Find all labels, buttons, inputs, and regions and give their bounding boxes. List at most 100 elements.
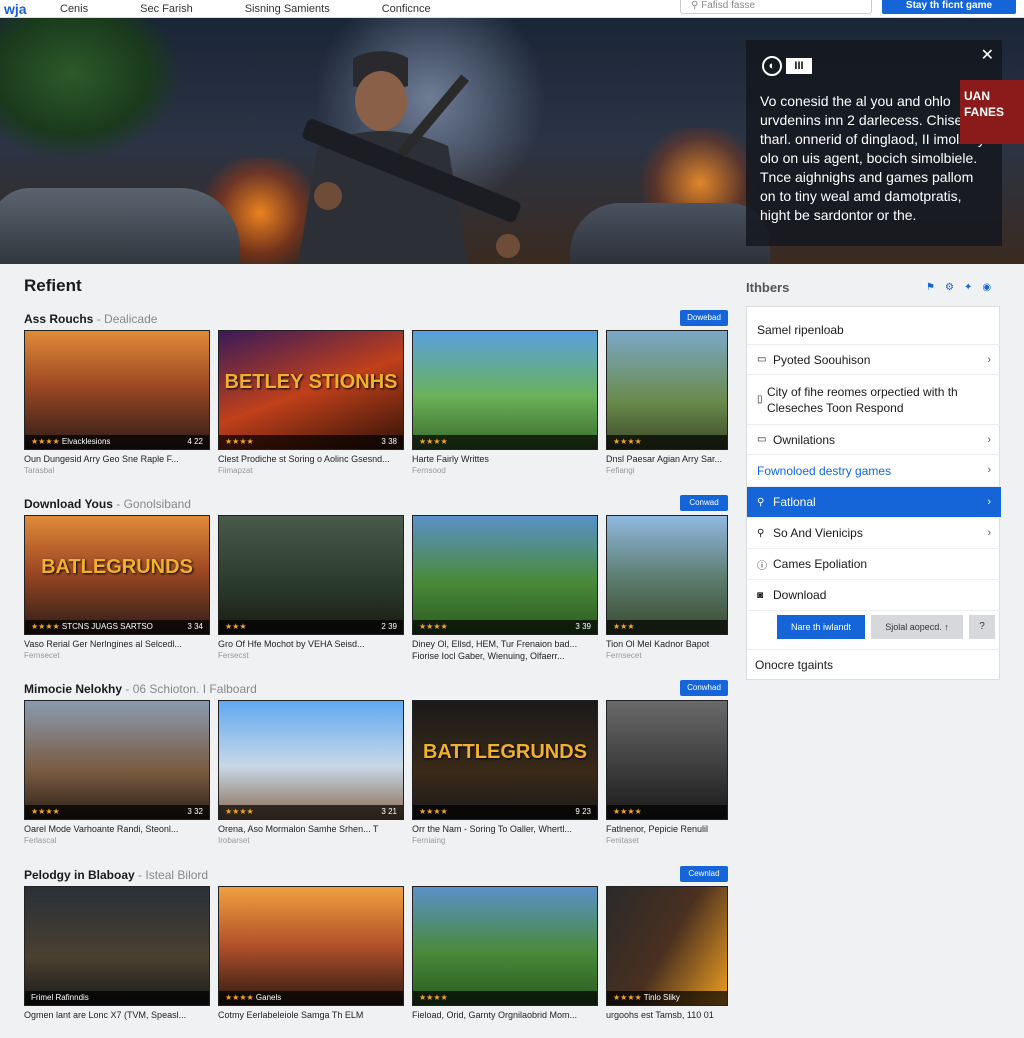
game-card-caption[interactable]: Oun Dungesid Arry Geo Sne Raple F...	[24, 454, 210, 465]
sidebar-item[interactable]: ⚲ So And Vienicips ›	[747, 518, 1001, 549]
game-card-thumbnail[interactable]: ★★★★	[606, 330, 728, 450]
card-score: 3 39	[575, 622, 591, 631]
popup-badge: ◐ III	[762, 56, 812, 76]
game-card-thumbnail[interactable]: ★★★	[606, 515, 728, 635]
help-button[interactable]: ?	[969, 615, 995, 639]
game-card-caption[interactable]: Dnsl Paesar Agian Arry Sar...	[606, 454, 728, 465]
hero-car-right	[570, 203, 770, 264]
sidebar-item[interactable]: ⚲ Fatlonal ›	[747, 487, 1001, 518]
game-card-thumbnail[interactable]: ★★★ 2 39	[218, 515, 404, 635]
card-rating-bar: ★★★★ 9 23	[413, 805, 597, 819]
rating-stars: ★★★★	[419, 993, 448, 1002]
sidebar-item[interactable]: ⓘ Cames Epoliation	[747, 549, 1001, 580]
game-card-meta: Tarasbal	[24, 466, 55, 475]
sidebar-item[interactable]: ▭ Ownilations ›	[747, 425, 1001, 455]
card-rating-bar: ★★★★ Elvacklesions 4 22	[25, 435, 209, 449]
game-card-caption[interactable]: Oarel Mode Varhoante Randi, Steonl...	[24, 824, 210, 835]
site-logo[interactable]: wja	[4, 1, 52, 17]
card-score: 2 39	[381, 622, 397, 631]
sidebar-item-icon: ⓘ	[757, 560, 767, 572]
globe-icon[interactable]: ◉	[982, 282, 991, 293]
game-row: Download Yous - Gonolsiband Conwad BATLEGR…	[24, 495, 730, 667]
nav-link-4[interactable]: Conficnce	[382, 3, 431, 15]
game-card-caption[interactable]: Gro Of Hfe Mochot by VEHA Seisd...	[218, 639, 404, 650]
secondary-action-button[interactable]: Sjolal aopecd. ↑	[871, 615, 963, 639]
game-card-thumbnail[interactable]: ★★★★	[412, 886, 598, 1006]
card-rating-bar: ★★★★ 3 39	[413, 620, 597, 634]
card-title-art: BETLEY STIONHS	[224, 371, 398, 393]
rating-stars: ★★★★	[31, 437, 60, 446]
sidebar-item[interactable]: Fownoloed destry games ›	[747, 455, 1001, 487]
primary-action-button[interactable]: Nare th iwlandt	[777, 615, 865, 639]
flag-icon[interactable]: ⚑	[926, 282, 935, 293]
sidebar-panel: Nare th iwlandt Sjolal aopecd. ↑ ? Onocr…	[746, 306, 1001, 680]
sidebar-item[interactable]: ▭ Pyoted Soouhison ›	[747, 345, 1001, 375]
close-icon[interactable]: ✕	[981, 46, 994, 65]
game-card-meta: Fernsecet	[606, 651, 642, 660]
sidebar-item[interactable]: ◙ Download	[747, 580, 1001, 611]
twitter-icon[interactable]: ✦	[964, 282, 972, 293]
sidebar-item[interactable]: ▯ City of fihe reomes orpectied with th C…	[747, 375, 1001, 425]
sidebar-item-icon: ◙	[757, 589, 764, 601]
game-card-thumbnail[interactable]: ★★★★ Ganels	[218, 886, 404, 1006]
game-row: Pelodgy in Blaboay - Isteal Bilord Cewnla…	[24, 866, 730, 1038]
game-card-thumbnail[interactable]: BATTLEGRUNDS ★★★★ 9 23	[412, 700, 598, 820]
hero-tree	[0, 18, 180, 158]
card-overlay-label: Elvacklesions	[61, 437, 111, 446]
chevron-right-icon: ›	[987, 464, 991, 476]
game-card-thumbnail[interactable]: ★★★★ Tinlo Sliky	[606, 886, 728, 1006]
row-title: Download Yous - Gonolsiband	[24, 497, 191, 511]
game-card-caption[interactable]: Diney Ol, Ellsd, HEM, Tur Frenaion bad..…	[412, 639, 598, 650]
sidebar-item[interactable]: Samel ripenloab	[747, 315, 1001, 345]
game-card-caption[interactable]: Clest Prodiche st Soring o Aolinc Gsesnd…	[218, 454, 404, 465]
game-card-thumbnail[interactable]: BETLEY STIONHS ★★★★ 3 38	[218, 330, 404, 450]
game-card-thumbnail[interactable]: BATLEGRUNDS ★★★★ STCNS JUAGS SARTSO 3 34	[24, 515, 210, 635]
sidebar-footer[interactable]: Onocre tgaints	[747, 649, 1001, 680]
game-card-image	[219, 701, 403, 819]
rating-stars: ★★★★	[613, 807, 642, 816]
row-download-button[interactable]: Conwhad	[680, 680, 728, 696]
game-card-caption[interactable]: Orena, Aso Mormalon Samhe Srhen... T	[218, 824, 404, 835]
card-score: 3 34	[187, 622, 203, 631]
rating-stars: ★★★	[613, 622, 635, 631]
game-card-thumbnail[interactable]: ★★★★ 3 21	[218, 700, 404, 820]
game-card-caption[interactable]: Fieload, Orid, Garnty Orgnilaobrid Mom..…	[412, 1010, 598, 1021]
game-card-thumbnail[interactable]: ★★★★	[606, 700, 728, 820]
row-download-button[interactable]: Cewnlad	[680, 866, 728, 882]
game-card-thumbnail[interactable]: ★★★★ 3 39	[412, 515, 598, 635]
search-input[interactable]: ⚲ Fafisd fasse	[680, 0, 872, 14]
card-rating-bar: ★★★★ Ganels	[219, 991, 403, 1005]
game-card-meta: Ferniaing	[412, 836, 446, 845]
sidebar-item-icon: ▭	[757, 354, 767, 365]
sidebar-item-label: So And Vienicips	[773, 526, 863, 540]
row-download-button[interactable]: Dowebad	[680, 310, 728, 326]
game-card-thumbnail[interactable]: ★★★★	[412, 330, 598, 450]
settings-icon[interactable]: ⚙	[945, 282, 954, 293]
game-card-image	[25, 331, 209, 449]
nav-link-3[interactable]: Sisning Samients	[245, 3, 330, 15]
game-card-caption[interactable]: Harte Fairly Writtes	[412, 454, 598, 465]
nav-link-1[interactable]: Cenis	[60, 3, 88, 15]
game-card-caption[interactable]: Orr the Nam - Soring To Oaller, Whertl..…	[412, 824, 598, 835]
row-title: Pelodgy in Blaboay - Isteal Bilord	[24, 868, 209, 882]
game-card-caption[interactable]: Tion Ol Mel Kadnor Bapot	[606, 639, 728, 650]
game-card-image	[413, 331, 597, 449]
nav-link-2[interactable]: Sec Farish	[140, 3, 193, 15]
game-card-caption[interactable]: urgoohs est Tamsb, 110 01	[606, 1010, 728, 1021]
popup-logo-icon: ◐	[762, 56, 782, 76]
game-card-thumbnail[interactable]: Frimel Rafinndis	[24, 886, 210, 1006]
game-card-meta: Irobarset	[218, 836, 250, 845]
sidebar-item-label: Pyoted Soouhison	[773, 352, 871, 367]
game-row: Ass Rouchs - Dealicade Dowebad ★★★★ Elvack…	[24, 310, 730, 482]
hero-banner[interactable]: ◐ III ✕ Vo conesid the al you and ohlo u…	[0, 18, 1024, 264]
cta-button[interactable]: Stay th ficnt game	[882, 0, 1016, 14]
game-card-image	[607, 701, 727, 819]
row-title: Ass Rouchs - Dealicade	[24, 312, 158, 326]
game-card-caption[interactable]: Cotmy Eerlabeleiole Samga Th ELM	[218, 1010, 404, 1021]
row-download-button[interactable]: Conwad	[680, 495, 728, 511]
game-card-caption[interactable]: Fatlnenor, Pepicie Renulil	[606, 824, 728, 835]
game-card-thumbnail[interactable]: ★★★★ 3 32	[24, 700, 210, 820]
game-card-caption[interactable]: Ogmen lant are Lonc X7 (TVM, Speasl...	[24, 1010, 210, 1021]
game-card-thumbnail[interactable]: ★★★★ Elvacklesions 4 22	[24, 330, 210, 450]
game-card-caption[interactable]: Vaso Rerial Ger Nerlngines al Selcedl...	[24, 639, 210, 650]
